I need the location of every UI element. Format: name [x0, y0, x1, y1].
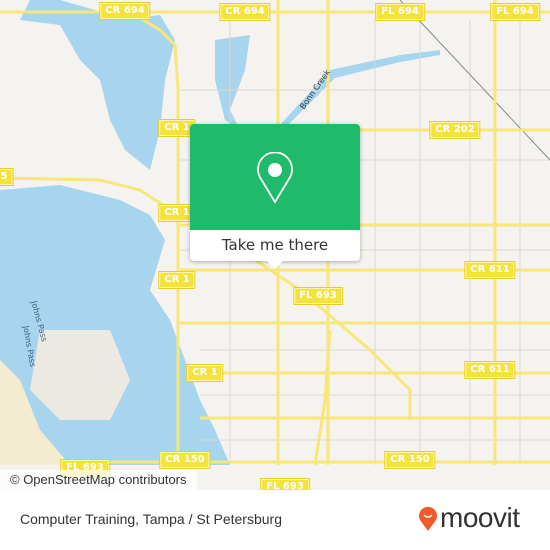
road-label: CR 1 [159, 272, 195, 288]
brand-name: moovit [440, 502, 520, 533]
moovit-pin-icon [419, 506, 437, 531]
road-label: CR 150 [385, 452, 435, 468]
road-label: FL 693 [261, 479, 309, 490]
road-label: FL 694 [491, 4, 539, 20]
place-name: Computer Training, Tampa / St Petersburg [20, 511, 282, 527]
map[interactable]: CR 694 CR 694 FL 694 FL 694 CR 1 CR 1 CR… [0, 0, 550, 490]
popup-header [190, 124, 360, 230]
map-pin-icon [257, 152, 293, 204]
footer: Computer Training, Tampa / St Petersburg… [0, 490, 550, 550]
road-label: CR 1 [187, 365, 223, 381]
road-label: CR 694 [100, 3, 150, 19]
road-label: CR 150 [160, 452, 210, 468]
road-label: 5 [0, 169, 13, 185]
creek-water [280, 50, 440, 128]
take-me-there-button[interactable]: Take me there [190, 230, 360, 261]
road-label: FL 694 [376, 4, 424, 20]
inlet-water [215, 35, 250, 130]
road-label: CR 611 [465, 262, 515, 278]
map-attribution[interactable]: © OpenStreetMap contributors [0, 470, 197, 490]
road-label: CR 202 [430, 122, 480, 138]
destination-popup[interactable]: Take me there [190, 124, 360, 269]
road-label: CR 694 [220, 4, 270, 20]
moovit-logo: moovit [418, 502, 520, 534]
road-label: FL 693 [294, 288, 342, 304]
popup-pointer [267, 261, 283, 269]
road-label: CR 611 [465, 362, 515, 378]
